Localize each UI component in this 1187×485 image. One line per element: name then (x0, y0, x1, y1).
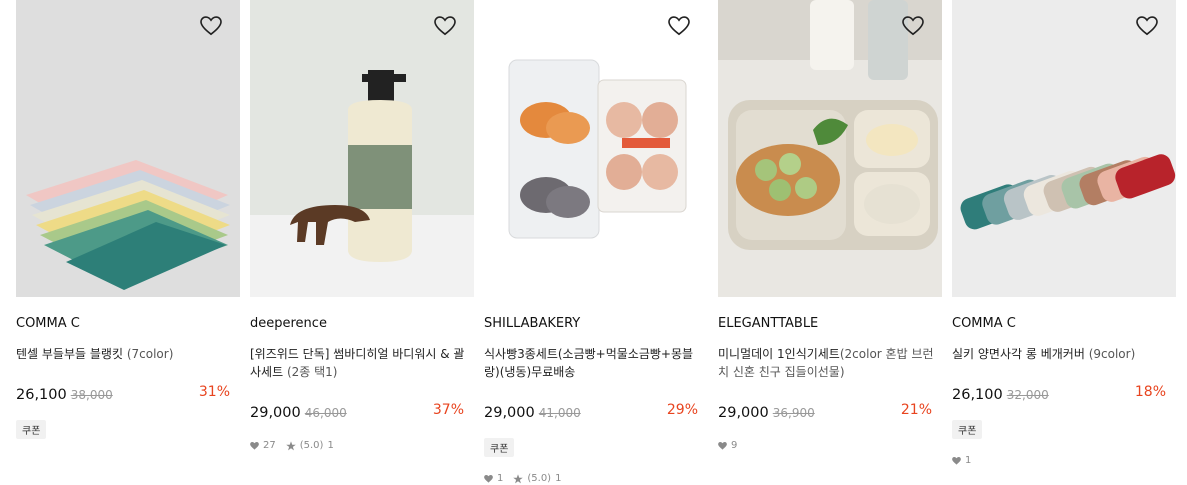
product-name[interactable]: 실키 양면사각 롱 베개커버 (9color) (952, 345, 1176, 363)
price-row: 26,100 32,000 18% (952, 384, 1166, 404)
product-image-blanket[interactable] (16, 0, 240, 297)
sale-price: 29,000 (250, 405, 301, 421)
product-option: (2종 택1) (286, 365, 338, 379)
discount-rate: 29% (666, 402, 698, 418)
product-image-tableware[interactable] (718, 0, 942, 297)
coupon-badge: 쿠폰 (16, 420, 47, 439)
likes-heart-icon (250, 441, 259, 450)
product-name[interactable]: [위즈위드 단독] 썸바디히얼 바디워시 & 괄사세트 (2종 택1) (250, 345, 474, 381)
original-price: 36,900 (772, 406, 815, 420)
review-count: 1 (555, 473, 562, 484)
coupon-badge: 쿠폰 (484, 438, 515, 457)
discount-rate: 18% (1134, 384, 1166, 400)
product-title[interactable]: [위즈위드 단독] 썸바디히얼 바디워시 & 괄사세트 (250, 347, 464, 379)
wishlist-heart-icon[interactable] (200, 16, 222, 36)
wishlist-heart-icon[interactable] (902, 16, 924, 36)
product-brand[interactable]: deeperence (250, 316, 327, 331)
product-title[interactable]: 식사빵3종세트(소금빵+먹물소금빵+몽블랑)(냉동)무료배송 (484, 347, 693, 379)
discount-rate: 21% (900, 402, 932, 418)
sale-price: 26,100 (952, 387, 1003, 403)
likes-count: 27 (263, 440, 276, 451)
sale-price: 29,000 (484, 405, 535, 421)
original-price: 46,000 (304, 406, 347, 420)
product-option: (7color) (126, 347, 174, 361)
sale-price: 29,000 (718, 405, 769, 421)
likes-count: 1 (965, 455, 972, 466)
original-price: 38,000 (70, 388, 113, 402)
sale-price: 26,100 (16, 387, 67, 403)
product-image-pillowcase[interactable] (952, 0, 1176, 297)
price-row: 26,100 38,000 31% (16, 384, 230, 404)
likes-heart-icon (952, 456, 961, 465)
rating-score: (5.0) (299, 440, 324, 451)
product-stats: 27 (5.0) 1 (250, 440, 334, 451)
original-price: 32,000 (1006, 388, 1049, 402)
product-title[interactable]: 미니멀데이 1인식기세트 (718, 347, 840, 361)
product-stats: 1 (952, 455, 971, 466)
product-name[interactable]: 식사빵3종세트(소금빵+먹물소금빵+몽블랑)(냉동)무료배송 (484, 345, 708, 381)
wishlist-heart-icon[interactable] (1136, 16, 1158, 36)
product-brand[interactable]: ELEGANTTABLE (718, 316, 818, 331)
product-brand[interactable]: COMMA C (16, 316, 80, 331)
likes-heart-icon (718, 441, 727, 450)
discount-rate: 31% (198, 384, 230, 400)
product-name[interactable]: 텐셀 부들부들 블랭킷 (7color) (16, 345, 240, 363)
product-stats: 9 (718, 440, 737, 451)
review-count: 1 (327, 440, 334, 451)
product-option: (9color) (1088, 347, 1136, 361)
wishlist-heart-icon[interactable] (668, 16, 690, 36)
product-image-bread-set[interactable] (484, 0, 708, 297)
discount-rate: 37% (432, 402, 464, 418)
likes-count: 9 (731, 440, 738, 451)
price-row: 29,000 36,900 21% (718, 402, 932, 422)
price-row: 29,000 41,000 29% (484, 402, 698, 422)
product-stats: 1 (5.0) 1 (484, 473, 561, 484)
price-row: 29,000 46,000 37% (250, 402, 464, 422)
product-image-bodywash[interactable] (250, 0, 474, 297)
likes-count: 1 (497, 473, 504, 484)
likes-heart-icon (484, 474, 493, 483)
product-name[interactable]: 미니멀데이 1인식기세트(2color 혼밥 브런치 신혼 친구 집들이선물) (718, 345, 942, 381)
product-brand[interactable]: SHILLABAKERY (484, 316, 580, 331)
product-title[interactable]: 텐셀 부들부들 블랭킷 (16, 347, 123, 361)
wishlist-heart-icon[interactable] (434, 16, 456, 36)
product-brand[interactable]: COMMA C (952, 316, 1016, 331)
original-price: 41,000 (538, 406, 581, 420)
rating-star-icon (513, 473, 524, 483)
product-title[interactable]: 실키 양면사각 롱 베개커버 (952, 347, 1085, 361)
rating-score: (5.0) (527, 473, 552, 484)
coupon-badge: 쿠폰 (952, 420, 983, 439)
rating-star-icon (285, 440, 296, 450)
